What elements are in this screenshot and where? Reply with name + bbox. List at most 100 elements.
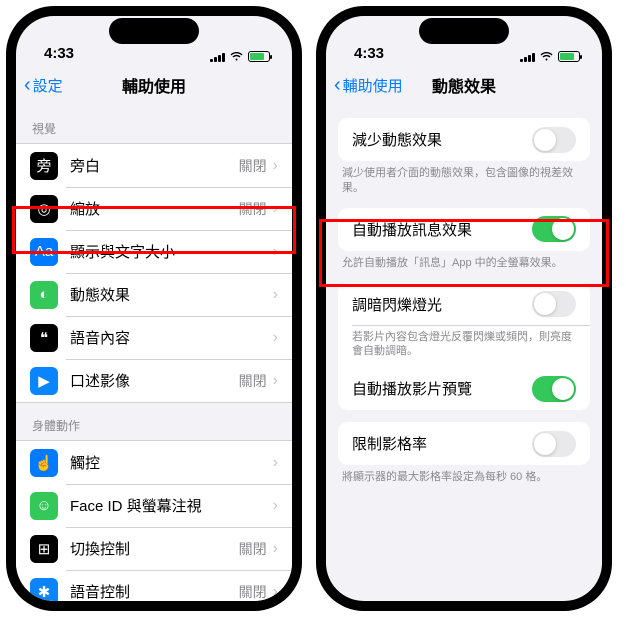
back-button[interactable]: ‹ 輔助使用	[334, 75, 403, 96]
row-voice-control[interactable]: ✱語音控制關閉›	[16, 570, 292, 601]
toggle-knob	[552, 378, 574, 400]
row-audio-desc[interactable]: ▶ 口述影像關閉 ›	[16, 359, 292, 402]
content-scroll[interactable]: 視覺 旁旁白關閉›◎縮放關閉›Aa顯示與文字大小›◐動態效果›❝語音內容›▶口述…	[16, 106, 292, 601]
chevron-right-icon: ›	[273, 372, 278, 390]
row-label: 切換控制	[70, 538, 239, 559]
row-touch[interactable]: ☝ 觸控›	[16, 441, 292, 484]
back-button[interactable]: ‹ 設定	[24, 75, 63, 96]
row-spoken-content[interactable]: ❝語音內容›	[16, 316, 292, 359]
row-value: 關閉	[239, 199, 267, 219]
chevron-right-icon: ›	[273, 243, 278, 261]
row-faceid[interactable]: ☺ Face ID 與螢幕注視›	[16, 484, 292, 527]
row-label: 口述影像	[70, 370, 239, 391]
row-label: 限制影格率	[352, 433, 532, 454]
phone-right: 4:33 ‹ 輔助使用 動態效果 減少動態效果減少使用者介面的動態效果，包含圖像…	[316, 6, 612, 611]
content: 減少動態效果減少使用者介面的動態效果，包含圖像的視差效果。自動播放訊息效果允許自…	[326, 106, 602, 601]
chevron-left-icon: ‹	[24, 75, 31, 95]
touch-icon: ☝	[30, 449, 58, 477]
chevron-right-icon: ›	[273, 157, 278, 175]
row-auto-message-fx: 自動播放訊息效果	[338, 208, 590, 251]
dynamic-island	[419, 18, 509, 44]
row-motion[interactable]: ◐ 動態效果›	[16, 273, 292, 316]
toggle-knob	[534, 293, 556, 315]
navbar: ‹ 輔助使用 動態效果	[326, 64, 602, 106]
row-label: 調暗閃爍燈光	[352, 294, 532, 315]
row-reduce-motion: 減少動態效果	[338, 118, 590, 161]
status-icons	[210, 51, 270, 62]
page-title: 動態效果	[432, 73, 496, 97]
back-label: 輔助使用	[343, 75, 403, 96]
chevron-right-icon: ›	[273, 497, 278, 515]
faceid-icon: ☺	[30, 492, 58, 520]
screen-right: 4:33 ‹ 輔助使用 動態效果 減少動態效果減少使用者介面的動態效果，包含圖像…	[326, 16, 602, 601]
signal-icon	[210, 51, 225, 62]
toggle-auto-message-fx[interactable]	[532, 216, 576, 242]
row-value: 關閉	[239, 539, 267, 559]
wifi-icon	[539, 51, 554, 62]
row-voiceover[interactable]: 旁旁白關閉›	[16, 144, 292, 187]
section-header-motor: 身體動作	[16, 403, 292, 440]
back-label: 設定	[33, 75, 63, 96]
navbar: ‹ 設定 輔助使用	[16, 64, 292, 106]
zoom-icon: ◎	[30, 195, 58, 223]
row-label: 自動播放影片預覽	[352, 378, 532, 399]
motion-icon: ◐	[30, 281, 58, 309]
chevron-right-icon: ›	[273, 583, 278, 601]
toggle-dim-flashing[interactable]	[532, 291, 576, 317]
row-zoom[interactable]: ◎ 縮放關閉 ›	[16, 187, 292, 230]
note-dim-flashing: 若影片內容包含燈光反覆閃爍或頻閃，則亮度會自動調暗。	[338, 326, 590, 368]
voice-control-icon: ✱	[30, 578, 58, 602]
row-limit-framerate: 限制影格率	[338, 422, 590, 465]
chevron-right-icon: ›	[273, 286, 278, 304]
row-switch-control[interactable]: ⊞ 切換控制關閉 ›	[16, 527, 292, 570]
settings-group: 限制影格率	[338, 422, 590, 465]
vision-list: 旁旁白關閉›◎縮放關閉›Aa顯示與文字大小›◐動態效果›❝語音內容›▶口述影像關…	[16, 143, 292, 403]
settings-group: 調暗閃爍燈光若影片內容包含燈光反覆閃爍或頻閃，則亮度會自動調暗。自動播放影片預覽	[338, 283, 590, 411]
settings-group: 自動播放訊息效果	[338, 208, 590, 251]
settings-group: 減少動態效果	[338, 118, 590, 161]
voiceover-icon: 旁	[30, 152, 58, 180]
display-text-icon: Aa	[30, 238, 58, 266]
note-auto-message-fx: 允許自動播放「訊息」App 中的全螢幕效果。	[326, 251, 602, 271]
toggle-knob	[552, 218, 574, 240]
signal-icon	[520, 51, 535, 62]
toggle-knob	[534, 129, 556, 151]
row-label: Face ID 與螢幕注視	[70, 495, 273, 516]
toggle-reduce-motion[interactable]	[532, 127, 576, 153]
row-label: 語音內容	[70, 327, 273, 348]
status-time: 4:33	[44, 45, 74, 62]
screen-left: 4:33 ‹ 設定 輔助使用 視覺 旁旁白關閉›◎縮放關閉›Aa顯示與文字大小›…	[16, 16, 292, 601]
toggle-limit-framerate[interactable]	[532, 431, 576, 457]
row-label: 顯示與文字大小	[70, 241, 273, 262]
chevron-left-icon: ‹	[334, 75, 341, 95]
dynamic-island	[109, 18, 199, 44]
page-title: 輔助使用	[122, 73, 186, 97]
battery-icon	[248, 51, 270, 62]
row-label: 動態效果	[70, 284, 273, 305]
chevron-right-icon: ›	[273, 540, 278, 558]
spoken-content-icon: ❝	[30, 324, 58, 352]
note-reduce-motion: 減少使用者介面的動態效果，包含圖像的視差效果。	[326, 161, 602, 196]
row-display-text[interactable]: Aa 顯示與文字大小›	[16, 230, 292, 273]
row-value: 關閉	[239, 156, 267, 176]
row-label: 自動播放訊息效果	[352, 219, 532, 240]
motor-list: ☝觸控›☺Face ID 與螢幕注視›⊞切換控制關閉›✱語音控制關閉›◧側邊按鈕…	[16, 440, 292, 601]
row-value: 關閉	[239, 371, 267, 391]
note-limit-framerate: 將顯示器的最大影格率設定為每秒 60 格。	[326, 465, 602, 485]
phone-left: 4:33 ‹ 設定 輔助使用 視覺 旁旁白關閉›◎縮放關閉›Aa顯示與文字大小›…	[6, 6, 302, 611]
section-header-vision: 視覺	[16, 106, 292, 143]
row-label: 減少動態效果	[352, 129, 532, 150]
row-auto-video-preview: 自動播放影片預覽	[338, 367, 590, 410]
wifi-icon	[229, 51, 244, 62]
toggle-auto-video-preview[interactable]	[532, 376, 576, 402]
status-time: 4:33	[354, 45, 384, 62]
chevron-right-icon: ›	[273, 200, 278, 218]
row-label: 觸控	[70, 452, 273, 473]
chevron-right-icon: ›	[273, 454, 278, 472]
switch-control-icon: ⊞	[30, 535, 58, 563]
battery-icon	[558, 51, 580, 62]
status-icons	[520, 51, 580, 62]
audio-desc-icon: ▶	[30, 367, 58, 395]
row-dim-flashing: 調暗閃爍燈光	[338, 283, 590, 326]
row-label: 縮放	[70, 198, 239, 219]
